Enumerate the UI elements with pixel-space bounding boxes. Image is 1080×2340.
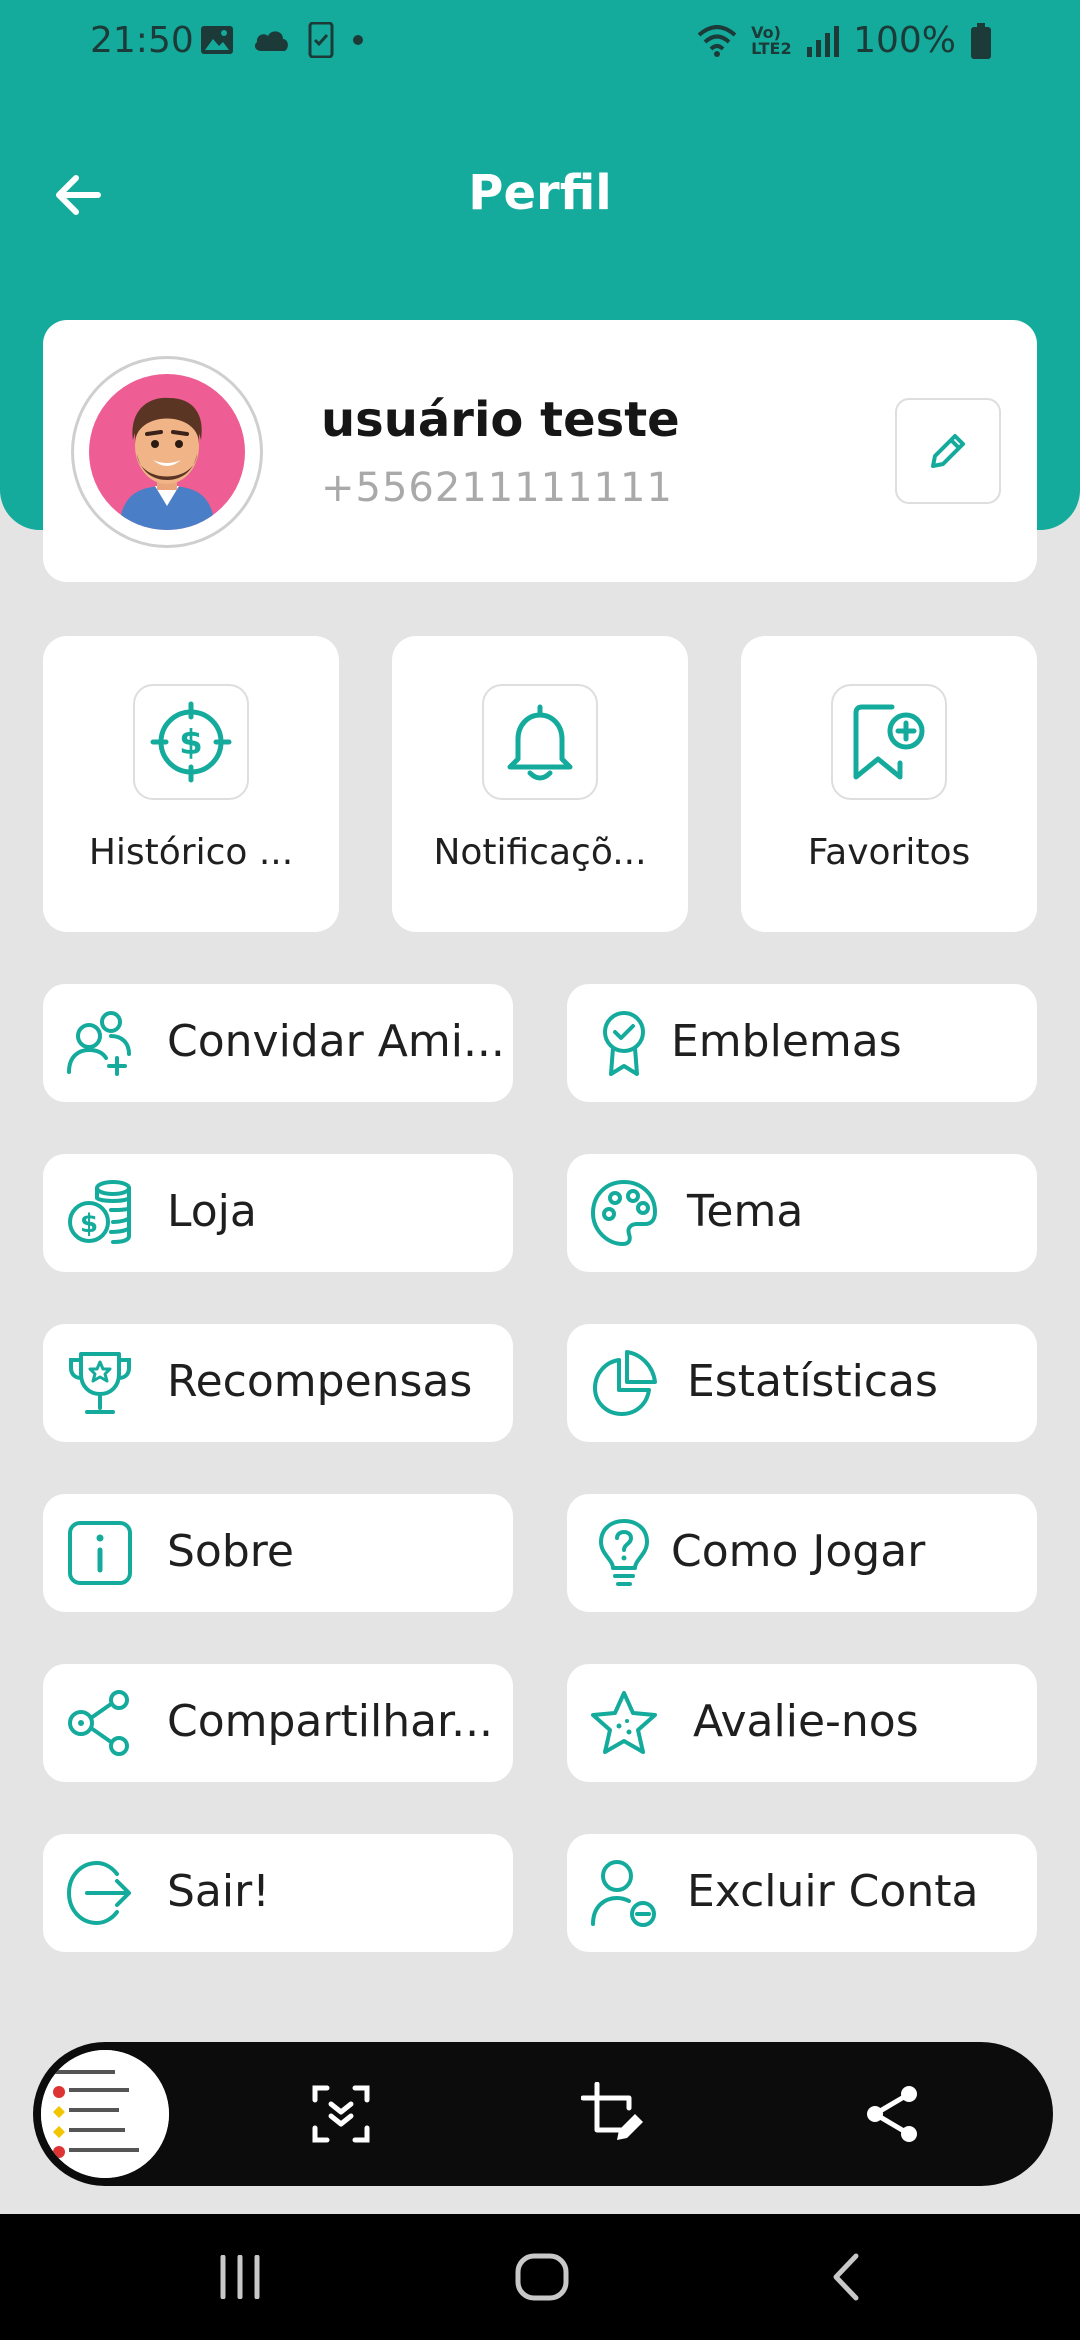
menu-share[interactable]: Compartilhar... <box>43 1664 513 1782</box>
tile-favorites-icon-box <box>831 684 947 800</box>
tile-history-label: Histórico ... <box>88 832 294 873</box>
profile-name: usuário teste <box>321 392 680 448</box>
thumbnail-preview <box>41 2050 169 2178</box>
tile-history-icon-box: $ <box>133 684 249 800</box>
user-minus-icon <box>589 1858 659 1928</box>
menu-theme-label: Tema <box>687 1186 804 1237</box>
screenshot-toolbar <box>33 2042 1053 2186</box>
bookmark-plus-icon <box>853 704 925 780</box>
avatar-frame <box>71 356 263 548</box>
battery-percent: 100% <box>853 20 956 61</box>
menu-logout[interactable]: Sair! <box>43 1834 513 1952</box>
wifi-icon <box>697 24 737 57</box>
lightbulb-question-icon <box>589 1518 659 1588</box>
menu-rate-us[interactable]: Avalie-nos <box>567 1664 1037 1782</box>
info-icon <box>65 1518 135 1588</box>
recent-apps-button[interactable] <box>210 2247 270 2307</box>
scroll-capture-icon <box>312 2085 370 2143</box>
tile-notifications-icon-box <box>482 684 598 800</box>
status-time: 21:50 <box>90 20 194 61</box>
cloud-icon <box>254 31 288 51</box>
menu-share-label: Compartilhar... <box>167 1696 494 1747</box>
profile-phone: +556211111111 <box>321 465 673 511</box>
svg-text:$: $ <box>179 723 203 763</box>
status-system-icons: Vo) LTE2 100% <box>697 20 992 61</box>
tile-history[interactable]: $ Histórico ... <box>43 636 339 932</box>
trophy-icon <box>65 1348 135 1418</box>
menu-about[interactable]: Sobre <box>43 1494 513 1612</box>
menu-rate-us-label: Avalie-nos <box>693 1696 919 1747</box>
gallery-icon <box>201 26 233 54</box>
network-label: Vo) LTE2 <box>751 22 792 58</box>
edit-profile-button[interactable] <box>895 398 1001 504</box>
recent-apps-icon <box>220 2255 260 2299</box>
logout-icon <box>65 1858 135 1928</box>
share-nodes-icon <box>65 1688 135 1758</box>
home-button[interactable] <box>512 2247 572 2307</box>
avatar-illustration <box>119 397 215 530</box>
status-notification-icons <box>200 22 364 58</box>
crop-edit-icon <box>581 2082 643 2140</box>
profile-card: usuário teste +556211111111 <box>43 320 1037 582</box>
chevron-left-icon <box>833 2253 859 2301</box>
menu-rewards-label: Recompensas <box>167 1356 473 1407</box>
coins-icon: $ <box>65 1178 135 1248</box>
battery-icon <box>971 22 991 59</box>
menu-store-label: Loja <box>167 1186 257 1237</box>
signal-icon <box>807 25 840 57</box>
user-plus-icon <box>65 1008 135 1078</box>
menu-store[interactable]: $ Loja <box>43 1154 513 1272</box>
menu-invite-friends-label: Convidar Ami... <box>167 1016 505 1067</box>
status-bar: 21:50 Vo) LTE2 100% <box>0 0 1080 84</box>
award-badge-icon <box>589 1008 659 1078</box>
menu-statistics-label: Estatísticas <box>687 1356 938 1407</box>
tile-favorites[interactable]: Favoritos <box>741 636 1037 932</box>
scroll-capture-button[interactable] <box>301 2074 381 2154</box>
tile-notifications[interactable]: Notificaçõ... <box>392 636 688 932</box>
menu-rewards[interactable]: Recompensas <box>43 1324 513 1442</box>
share-screenshot-button[interactable] <box>853 2074 933 2154</box>
menu-how-to-play-label: Como Jogar <box>671 1526 926 1577</box>
crop-edit-button[interactable] <box>573 2074 653 2154</box>
menu-statistics[interactable]: Estatísticas <box>567 1324 1037 1442</box>
menu-about-label: Sobre <box>167 1526 294 1577</box>
nav-back-button[interactable] <box>816 2247 876 2307</box>
system-navigation-bar <box>0 2214 1080 2340</box>
menu-invite-friends[interactable]: Convidar Ami... <box>43 984 513 1102</box>
menu-badges[interactable]: Emblemas <box>567 984 1037 1102</box>
menu-how-to-play[interactable]: Como Jogar <box>567 1494 1037 1612</box>
svg-text:$: $ <box>80 1209 98 1239</box>
palette-icon <box>589 1178 659 1248</box>
menu-theme[interactable]: Tema <box>567 1154 1037 1272</box>
home-icon <box>515 2253 569 2301</box>
menu-delete-account-label: Excluir Conta <box>687 1866 979 1917</box>
dollar-target-icon: $ <box>150 701 232 783</box>
menu-delete-account[interactable]: Excluir Conta <box>567 1834 1037 1952</box>
avatar <box>89 374 245 530</box>
bell-icon <box>507 704 573 781</box>
star-icon <box>589 1688 659 1758</box>
phone-check-icon <box>308 22 334 58</box>
share-icon <box>867 2086 917 2142</box>
pie-chart-icon <box>589 1348 659 1418</box>
dot-icon <box>353 35 363 45</box>
pencil-icon <box>931 434 965 468</box>
tile-notifications-label: Notificaçõ... <box>433 832 647 873</box>
menu-logout-label: Sair! <box>167 1866 270 1917</box>
menu-badges-label: Emblemas <box>671 1016 902 1067</box>
page-title: Perfil <box>468 165 612 221</box>
screenshot-thumbnail[interactable] <box>37 2046 173 2182</box>
tile-favorites-label: Favoritos <box>807 832 971 873</box>
